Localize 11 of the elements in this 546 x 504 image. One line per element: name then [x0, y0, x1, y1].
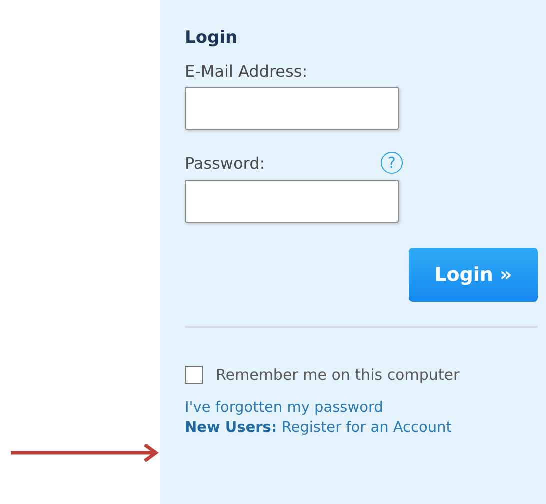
- help-icon[interactable]: ?: [381, 152, 403, 174]
- email-input[interactable]: [185, 87, 399, 130]
- remember-checkbox[interactable]: [185, 366, 203, 384]
- login-title: Login: [185, 28, 239, 48]
- login-button[interactable]: Login »: [409, 248, 538, 302]
- password-label: Password:: [185, 154, 266, 172]
- remember-label: Remember me on this computer: [216, 366, 460, 384]
- account-link[interactable]: I've forgotten my password: [185, 398, 538, 418]
- password-input[interactable]: [185, 180, 399, 223]
- email-label: E-Mail Address:: [185, 62, 309, 81]
- account-link[interactable]: New Users: Register for an Account: [185, 418, 538, 438]
